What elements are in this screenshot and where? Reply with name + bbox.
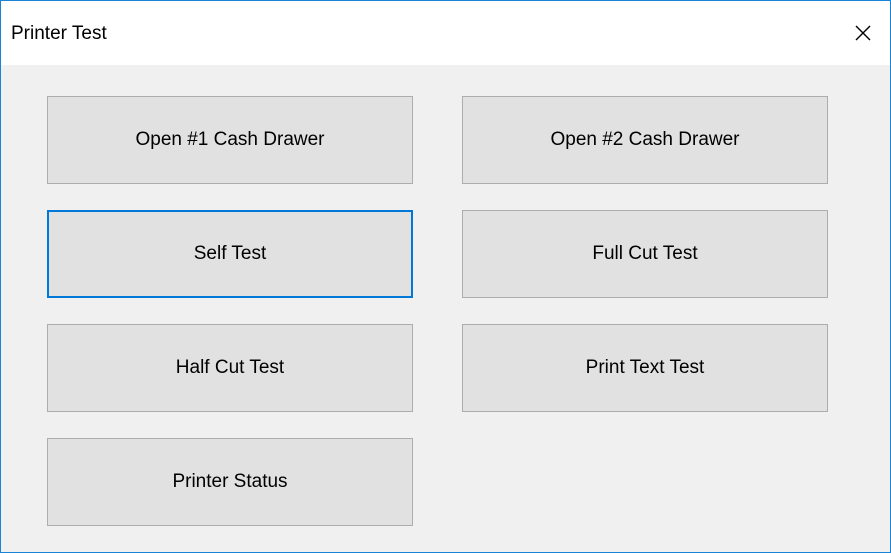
half-cut-test-label: Half Cut Test xyxy=(175,357,285,378)
printer-test-dialog: Printer Test Open #1 Cash Drawer Open #2… xyxy=(0,0,891,553)
print-text-test-button[interactable]: Print Text Test xyxy=(462,324,828,412)
title-bar: Printer Test xyxy=(1,1,890,65)
open-cash-drawer-2-button[interactable]: Open #2 Cash Drawer xyxy=(462,96,828,184)
full-cut-test-label: Full Cut Test xyxy=(592,243,698,264)
open-cash-drawer-2-label: Open #2 Cash Drawer xyxy=(550,129,740,150)
window-title: Printer Test xyxy=(11,23,107,44)
half-cut-test-button[interactable]: Half Cut Test xyxy=(47,324,413,412)
open-cash-drawer-1-label: Open #1 Cash Drawer xyxy=(135,129,325,150)
full-cut-test-button[interactable]: Full Cut Test xyxy=(462,210,828,298)
close-button[interactable] xyxy=(836,1,890,65)
print-text-test-label: Print Text Test xyxy=(585,357,705,378)
self-test-label: Self Test xyxy=(193,243,267,264)
self-test-button[interactable]: Self Test xyxy=(47,210,413,298)
close-icon xyxy=(854,24,872,42)
printer-status-label: Printer Status xyxy=(172,471,288,492)
printer-status-button[interactable]: Printer Status xyxy=(47,438,413,526)
open-cash-drawer-1-button[interactable]: Open #1 Cash Drawer xyxy=(47,96,413,184)
